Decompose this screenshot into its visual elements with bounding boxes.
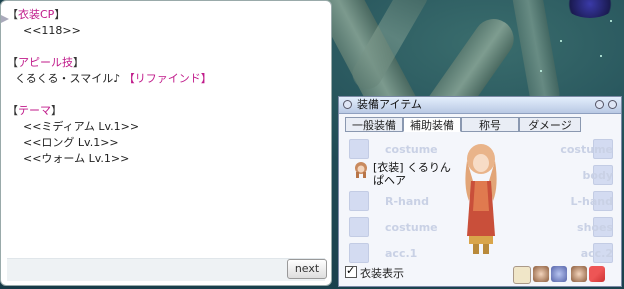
slot-label: costume <box>385 143 438 156</box>
theme-item: <<ウォーム Lv.1>> <box>23 152 130 165</box>
slot-costume-head-top[interactable]: costume <box>349 139 438 161</box>
close-icon[interactable] <box>608 100 617 109</box>
heading-costume-cp: 衣装CP <box>18 8 55 21</box>
swap-icon[interactable] <box>551 266 567 282</box>
tab-damage[interactable]: ダメージ <box>519 117 581 132</box>
hair-item-icon <box>355 162 367 178</box>
dialog-line: くるくる・スマイル♪ 【リファインド】 <box>7 71 319 87</box>
slot-label: costume <box>385 221 438 234</box>
character-preview <box>465 144 497 254</box>
sparkle <box>600 55 602 57</box>
dialog-line: 【テーマ】 <box>7 103 319 119</box>
theme-item: <<ミディアム Lv.1>> <box>23 120 140 133</box>
equipment-footer: 衣装表示 <box>345 263 615 284</box>
appeal-skill-name: くるくる・スマイル♪ <box>15 72 121 85</box>
notes-icon[interactable] <box>513 266 531 284</box>
tab-title[interactable]: 称号 <box>461 117 519 132</box>
item-name-line1: [衣装] くるりん <box>373 161 451 174</box>
slot-label: acc.2 <box>580 247 613 260</box>
bracket-close: 】 <box>51 104 62 117</box>
slot-label: L-hand <box>570 195 613 208</box>
window-menu-icon[interactable] <box>343 100 352 109</box>
slot-costume-right[interactable]: costume <box>527 139 613 161</box>
costume-cp-value: <<118>> <box>23 24 81 37</box>
equipment-title: 装備アイテム <box>357 98 422 111</box>
costume-display-toggle[interactable]: 衣装表示 <box>345 263 404 280</box>
slot-label: costume <box>560 143 613 156</box>
next-button[interactable]: next <box>287 259 327 279</box>
slot-costume-lower[interactable]: costume <box>349 217 438 239</box>
bracket-open: 【 <box>7 8 18 21</box>
equipment-window: 装備アイテム 一般装備 補助装備 称号 ダメージ costume costume… <box>338 96 622 287</box>
sparkle <box>540 70 542 72</box>
character-face-icon[interactable] <box>533 266 549 282</box>
tab-general-equipment[interactable]: 一般装備 <box>345 117 403 132</box>
checkbox-checked-icon[interactable] <box>345 263 357 279</box>
sparkle <box>560 40 562 42</box>
slot-shoes[interactable]: shoes <box>527 217 613 239</box>
vine-decoration <box>508 0 562 112</box>
dialog-line: 【アピール技】 <box>7 55 319 71</box>
tab-support-equipment[interactable]: 補助装備 <box>403 117 461 132</box>
slot-label: acc.1 <box>385 247 418 260</box>
costume-display-label: 衣装表示 <box>360 267 404 280</box>
minimize-icon[interactable] <box>595 100 604 109</box>
sparkle <box>610 20 612 22</box>
slot-label: R-hand <box>385 195 429 208</box>
item-name: [衣装] くるりん ぱヘア <box>373 161 451 187</box>
magic-orb <box>565 0 615 18</box>
character-face-icon[interactable] <box>571 266 587 282</box>
return-icon[interactable] <box>589 266 605 282</box>
bracket-open: 【 <box>7 56 18 69</box>
heading-appeal-skill: アピール技 <box>18 56 73 69</box>
slot-accessory-2[interactable]: acc.2 <box>527 243 613 265</box>
heading-theme: テーマ <box>18 104 51 117</box>
slot-label: shoes <box>577 221 613 234</box>
dialog-line: 【衣装CP】 <box>7 7 319 23</box>
item-name-line2: ぱヘア <box>373 174 406 187</box>
refine-tag: 【リファインド】 <box>123 72 212 85</box>
slot-accessory-1[interactable]: acc.1 <box>349 243 435 265</box>
dialog-text: 【衣装CP】 <<118>> 【アピール技】 くるくる・スマイル♪ 【リファイン… <box>7 7 319 167</box>
bracket-open: 【 <box>7 104 18 117</box>
slot-left-hand[interactable]: L-hand <box>527 191 613 213</box>
npc-dialog-window: 【衣装CP】 <<118>> 【アピール技】 くるくる・スマイル♪ 【リファイン… <box>0 0 332 286</box>
equipment-titlebar[interactable]: 装備アイテム <box>339 97 621 114</box>
slot-right-hand[interactable]: R-hand <box>349 191 435 213</box>
theme-item: <<ロング Lv.1>> <box>23 136 119 149</box>
dialog-footer <box>7 258 325 281</box>
bracket-close: 】 <box>54 8 66 21</box>
slot-label: body <box>582 169 613 182</box>
bracket-close: 】 <box>73 56 84 69</box>
slot-body[interactable]: body <box>527 165 613 187</box>
